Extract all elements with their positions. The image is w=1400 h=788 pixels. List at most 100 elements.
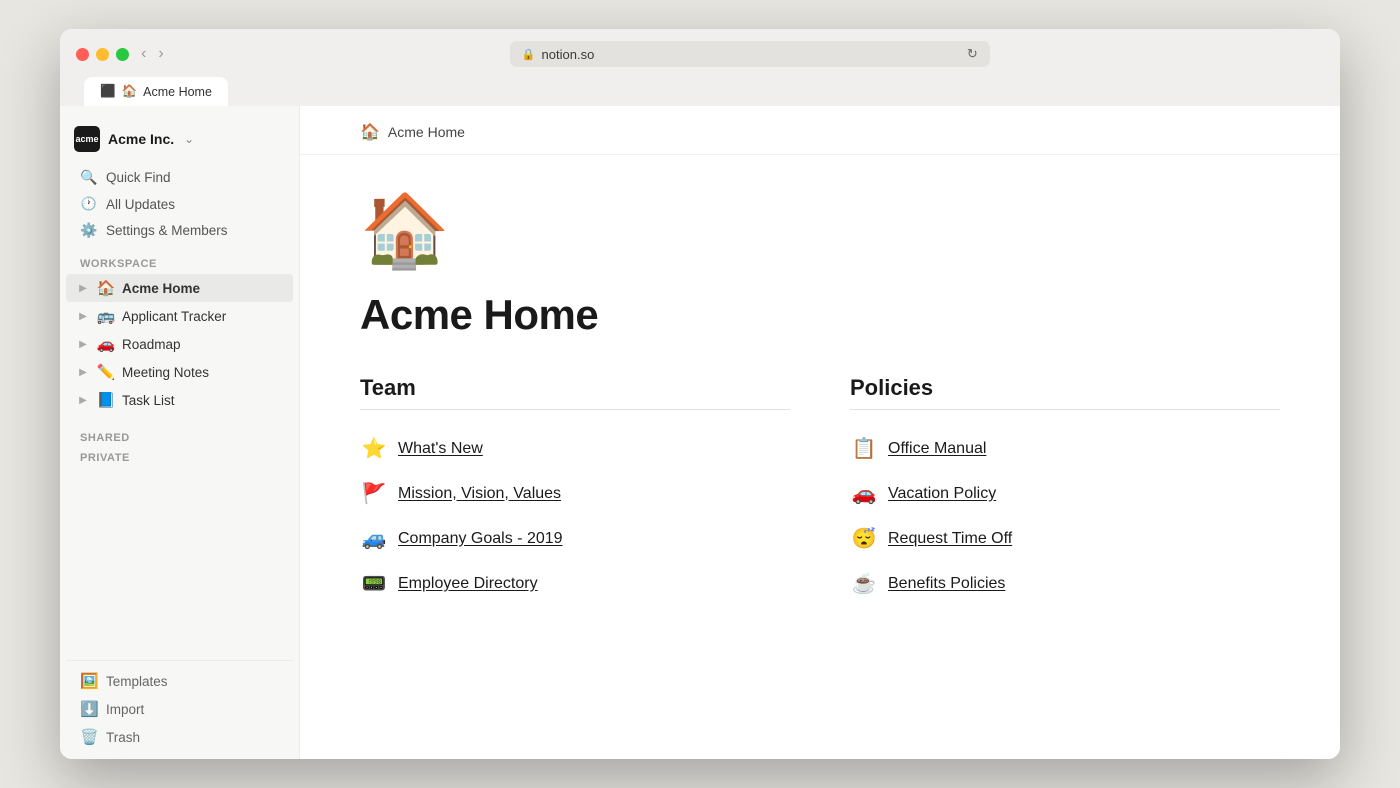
link-office-manual[interactable]: 📋 Office Manual: [850, 426, 1280, 471]
workspace-chevron-icon: ⌄: [184, 132, 194, 146]
import-icon: ⬇️: [80, 700, 98, 718]
chevron-icon: ▶: [76, 367, 90, 378]
sleeping-icon: 😴: [850, 526, 878, 551]
link-employee-directory[interactable]: 📟 Employee Directory: [360, 561, 790, 606]
traffic-lights: [76, 48, 129, 61]
employee-directory-label: Employee Directory: [398, 575, 538, 593]
all-updates-label: All Updates: [106, 197, 175, 212]
link-vacation-policy[interactable]: 🚗 Vacation Policy: [850, 471, 1280, 516]
task-list-emoji: 📘: [96, 391, 116, 409]
settings-label: Settings & Members: [106, 223, 228, 238]
sidebar: acme Acme Inc. ⌄ 🔍 Quick Find 🕐 All Upda…: [60, 106, 300, 759]
chevron-icon: ▶: [76, 339, 90, 350]
browser-tab[interactable]: ⬛ 🏠 Acme Home: [84, 77, 228, 106]
back-button[interactable]: ‹: [141, 46, 146, 62]
flag-icon: 🚩: [360, 481, 388, 506]
forward-button[interactable]: ›: [158, 46, 163, 62]
car-icon: 🚙: [360, 526, 388, 551]
policies-heading: Policies: [850, 375, 1280, 410]
company-goals-label: Company Goals - 2019: [398, 530, 563, 548]
trash-label: Trash: [106, 730, 140, 745]
page-body: 🏠 Acme Home Team ⭐ What's New 🚩 Mission,…: [300, 155, 1340, 759]
browser-tab-bar: ⬛ 🏠 Acme Home: [76, 77, 1324, 106]
templates-label: Templates: [106, 674, 168, 689]
address-bar[interactable]: 🔒 notion.so ↻: [510, 41, 990, 67]
policies-column: Policies 📋 Office Manual 🚗 Vacation Poli…: [850, 375, 1280, 606]
page-icon: 🏠: [360, 195, 1280, 267]
workspace-header[interactable]: acme Acme Inc. ⌄: [60, 122, 299, 164]
reload-icon[interactable]: ↻: [967, 46, 978, 62]
roadmap-emoji: 🚗: [96, 335, 116, 353]
private-section-label: PRIVATE: [60, 446, 299, 472]
tab-page-emoji: 🏠: [122, 84, 138, 99]
abacus-icon: 📟: [360, 571, 388, 596]
settings-icon: ⚙️: [80, 222, 98, 239]
link-benefits[interactable]: ☕ Benefits Policies: [850, 561, 1280, 606]
sidebar-item-settings[interactable]: ⚙️ Settings & Members: [66, 217, 293, 244]
link-request-time-off[interactable]: 😴 Request Time Off: [850, 516, 1280, 561]
quick-find-label: Quick Find: [106, 170, 171, 185]
chevron-icon: ▶: [76, 395, 90, 406]
search-icon: 🔍: [80, 169, 98, 186]
applicant-tracker-title: Applicant Tracker: [122, 309, 226, 324]
roadmap-title: Roadmap: [122, 337, 181, 352]
workspace-section-label: WORKSPACE: [60, 244, 299, 274]
tab-title: Acme Home: [143, 85, 212, 99]
url-text: notion.so: [542, 47, 595, 62]
lock-icon: 🔒: [522, 48, 536, 61]
close-button[interactable]: [76, 48, 89, 61]
team-heading: Team: [360, 375, 790, 410]
main-content: 🏠 Acme Home 🏠 Acme Home Team ⭐ What's Ne…: [300, 106, 1340, 759]
minimize-button[interactable]: [96, 48, 109, 61]
acme-home-title: Acme Home: [122, 281, 200, 296]
chevron-icon: ▶: [76, 311, 90, 322]
sidebar-item-all-updates[interactable]: 🕐 All Updates: [66, 191, 293, 217]
content-columns: Team ⭐ What's New 🚩 Mission, Vision, Val…: [360, 375, 1280, 606]
clock-icon: 🕐: [80, 196, 98, 212]
vacation-policy-label: Vacation Policy: [888, 485, 996, 503]
office-manual-label: Office Manual: [888, 440, 986, 458]
request-time-off-label: Request Time Off: [888, 530, 1012, 548]
trash-icon: 🗑️: [80, 728, 98, 746]
logo-text: acme: [75, 134, 98, 144]
header-page-title: Acme Home: [388, 124, 465, 140]
tab-notion-icon: ⬛: [100, 84, 116, 99]
workspace-logo: acme: [74, 126, 100, 152]
sidebar-bottom-divider: [66, 660, 293, 667]
browser-chrome: ‹ › 🔒 notion.so ↻ ⬛ 🏠 Acme Home: [60, 29, 1340, 106]
benefits-label: Benefits Policies: [888, 575, 1005, 593]
maximize-button[interactable]: [116, 48, 129, 61]
shared-section-label: SHARED: [60, 414, 299, 446]
meeting-notes-title: Meeting Notes: [122, 365, 209, 380]
mission-label: Mission, Vision, Values: [398, 485, 561, 503]
sidebar-item-applicant-tracker[interactable]: ▶ 🚌 Applicant Tracker: [66, 302, 293, 330]
team-column: Team ⭐ What's New 🚩 Mission, Vision, Val…: [360, 375, 790, 606]
templates-icon: 🖼️: [80, 672, 98, 690]
whats-new-label: What's New: [398, 440, 483, 458]
workspace-name: Acme Inc.: [108, 131, 174, 147]
link-whats-new[interactable]: ⭐ What's New: [360, 426, 790, 471]
browser-window: ‹ › 🔒 notion.so ↻ ⬛ 🏠 Acme Home a: [60, 29, 1340, 759]
sidebar-item-task-list[interactable]: ▶ 📘 Task List: [66, 386, 293, 414]
link-company-goals[interactable]: 🚙 Company Goals - 2019: [360, 516, 790, 561]
browser-controls: ‹ › 🔒 notion.so ↻: [76, 41, 1324, 67]
applicant-tracker-emoji: 🚌: [96, 307, 116, 325]
sidebar-item-import[interactable]: ⬇️ Import: [66, 695, 293, 723]
task-list-title: Task List: [122, 393, 175, 408]
app-container: acme Acme Inc. ⌄ 🔍 Quick Find 🕐 All Upda…: [60, 106, 1340, 759]
page-main-title: Acme Home: [360, 291, 1280, 339]
chevron-icon: ▶: [76, 283, 90, 294]
import-label: Import: [106, 702, 144, 717]
clipboard-icon: 📋: [850, 436, 878, 461]
sidebar-item-meeting-notes[interactable]: ▶ ✏️ Meeting Notes: [66, 358, 293, 386]
link-mission[interactable]: 🚩 Mission, Vision, Values: [360, 471, 790, 516]
meeting-notes-emoji: ✏️: [96, 363, 116, 381]
sidebar-item-roadmap[interactable]: ▶ 🚗 Roadmap: [66, 330, 293, 358]
sidebar-item-quick-find[interactable]: 🔍 Quick Find: [66, 164, 293, 191]
sidebar-item-templates[interactable]: 🖼️ Templates: [66, 667, 293, 695]
header-page-emoji: 🏠: [360, 122, 380, 142]
page-header: 🏠 Acme Home: [300, 106, 1340, 155]
coffee-icon: ☕: [850, 571, 878, 596]
sidebar-item-trash[interactable]: 🗑️ Trash: [66, 723, 293, 751]
sidebar-item-acme-home[interactable]: ▶ 🏠 Acme Home: [66, 274, 293, 302]
